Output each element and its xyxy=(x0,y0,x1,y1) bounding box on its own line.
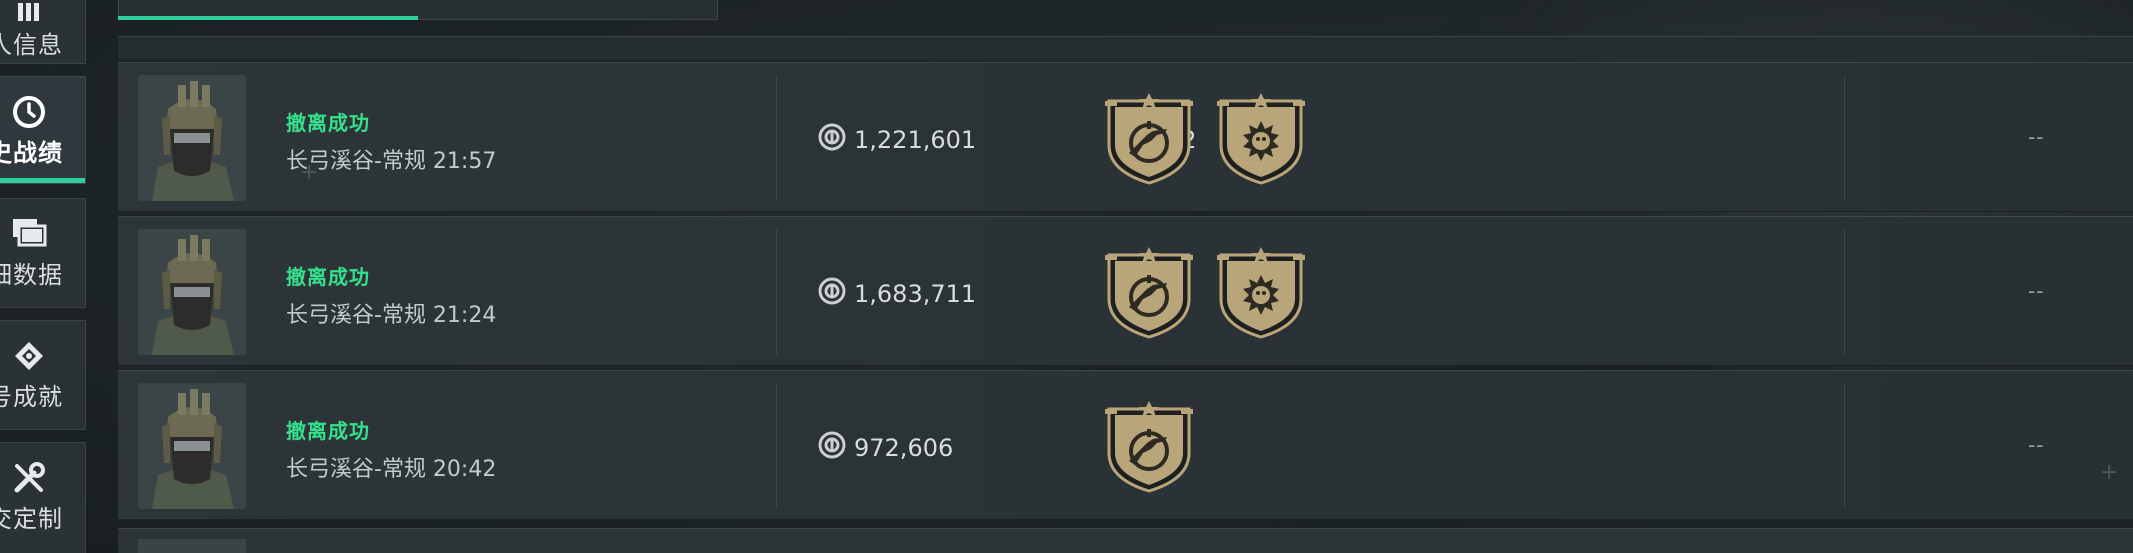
money-amount: 1,221,601 xyxy=(854,126,977,154)
avatar xyxy=(138,75,246,201)
column-divider xyxy=(1844,229,1845,355)
avatar xyxy=(138,229,246,355)
tools-icon xyxy=(0,461,58,503)
sidebar-item-achievements[interactable]: 号成就 xyxy=(0,320,86,430)
decor-plus: + xyxy=(300,160,319,185)
sidebar-item-label: 细数据 xyxy=(0,261,63,289)
sidebar-item-profile[interactable]: 人信息 xyxy=(0,0,86,64)
coin-icon xyxy=(818,431,854,465)
sidebar-item-label: 人信息 xyxy=(0,31,63,59)
map-and-time: 长弓溪谷-常规 20:42 xyxy=(286,457,497,482)
money-amount: 972,606 xyxy=(854,434,954,462)
sidebar-item-label: 号成就 xyxy=(0,383,63,411)
record-row[interactable]: 撤离成功长弓溪谷-常规 21:571,221,60112-- xyxy=(118,62,2133,212)
rifle-medal-icon[interactable] xyxy=(1103,245,1195,339)
partial-record-row-top xyxy=(118,36,2133,59)
sidebar-item-history[interactable]: 史战绩 xyxy=(0,76,86,184)
top-tab-active-indicator xyxy=(118,16,418,20)
skull-medal-icon[interactable] xyxy=(1215,91,1307,185)
clock-icon xyxy=(0,95,58,137)
column-divider xyxy=(776,75,777,201)
money-value: 1,221,601 xyxy=(818,123,976,157)
extraction-status: 撤离成功 xyxy=(286,111,370,135)
money-amount: 1,683,711 xyxy=(854,280,977,308)
sidebar: 人信息 史战绩 细数据 号成就 交定制 xyxy=(0,0,90,553)
record-row[interactable]: 撤离成功长弓溪谷-常规 21:241,683,7114-- xyxy=(118,216,2133,366)
column-divider xyxy=(1844,383,1845,509)
skull-medal-icon[interactable] xyxy=(1215,245,1307,339)
map-and-time: 长弓溪谷-常规 21:24 xyxy=(286,303,497,328)
badge-icon xyxy=(0,339,58,381)
sidebar-item-details[interactable]: 细数据 xyxy=(0,198,86,308)
avatar xyxy=(138,383,246,509)
column-divider xyxy=(1844,75,1845,201)
sidebar-item-customization[interactable]: 交定制 xyxy=(0,442,86,553)
sidebar-item-label: 交定制 xyxy=(0,505,63,533)
decor-plus: + xyxy=(2100,460,2119,485)
column-divider xyxy=(776,229,777,355)
record-row[interactable]: 撤离成功长弓溪谷-常规 20:42972,6062-- xyxy=(118,370,2133,520)
cards-icon xyxy=(0,217,58,255)
coin-icon xyxy=(818,123,854,157)
coin-icon xyxy=(818,277,854,311)
extraction-status: 撤离成功 xyxy=(286,265,370,289)
partial-record-row-bottom xyxy=(118,528,2133,553)
rifle-medal-icon[interactable] xyxy=(1103,399,1195,493)
rifle-medal-icon[interactable] xyxy=(1103,91,1195,185)
avatar xyxy=(138,539,246,553)
money-value: 972,606 xyxy=(818,431,953,465)
extraction-status: 撤离成功 xyxy=(286,419,370,443)
extra-value: -- xyxy=(2028,279,2045,303)
money-value: 1,683,711 xyxy=(818,277,976,311)
sidebar-item-label: 史战绩 xyxy=(0,139,63,167)
extra-value: -- xyxy=(2028,433,2045,457)
extra-value: -- xyxy=(2028,125,2045,149)
column-divider xyxy=(776,383,777,509)
